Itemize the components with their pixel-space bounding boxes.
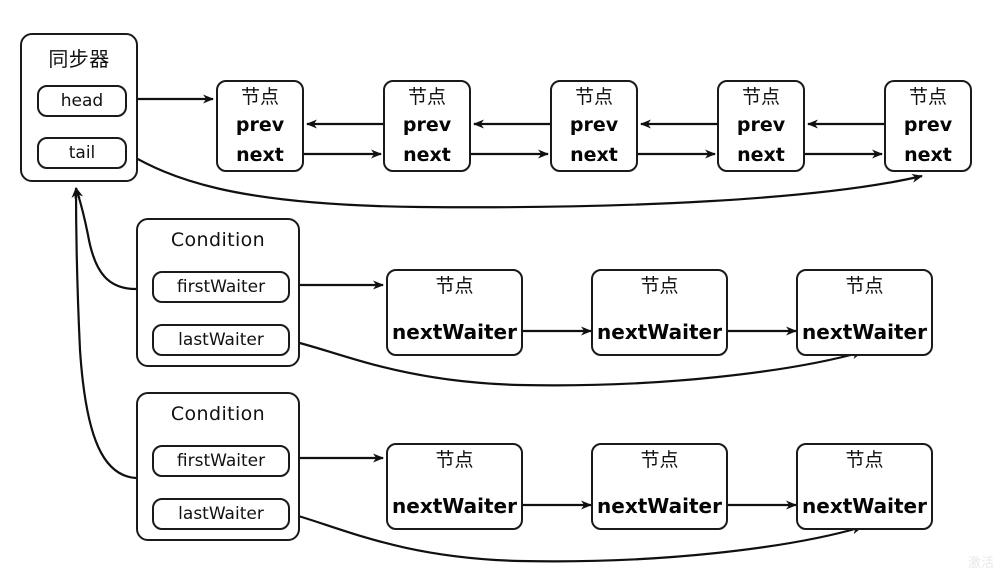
queue-node-title: 节点: [407, 86, 446, 108]
condition-slot-firstwaiter[interactable]: firstWaiter: [152, 271, 290, 303]
waiter-node-field-nextwaiter: nextWaiter: [597, 494, 722, 518]
synchronizer-box[interactable]: 同步器 head tail: [20, 33, 138, 182]
waiter-node[interactable]: 节点 nextWaiter: [796, 443, 933, 530]
queue-node-field-next: next: [904, 144, 952, 166]
queue-node-field-next: next: [570, 144, 618, 166]
queue-node[interactable]: 节点 prev next: [550, 80, 638, 172]
diagram-canvas: 同步器 head tail 节点 prev next 节点 prev next …: [0, 0, 1000, 573]
edge-c2-lastwaiter-to-last-node: [287, 511, 863, 563]
slot-label-lastwaiter: lastWaiter: [178, 504, 264, 524]
queue-node-field-prev: prev: [569, 114, 619, 136]
queue-node-field-next: next: [403, 144, 451, 166]
queue-node[interactable]: 节点 prev next: [216, 80, 304, 172]
queue-node-field-prev: prev: [235, 114, 285, 136]
waiter-node-title: 节点: [435, 275, 474, 297]
synchronizer-slot-tail[interactable]: tail: [37, 137, 127, 169]
edge-condition1-to-synchronizer: [74, 187, 137, 291]
queue-node-field-next: next: [737, 144, 785, 166]
slot-label-tail: tail: [68, 143, 96, 163]
waiter-node-title: 节点: [640, 449, 679, 471]
condition-slot-firstwaiter[interactable]: firstWaiter: [152, 445, 290, 477]
edge-condition2-to-synchronizer: [71, 187, 137, 480]
queue-node-title: 节点: [908, 86, 947, 108]
queue-node-title: 节点: [574, 86, 613, 108]
waiter-node-field-nextwaiter: nextWaiter: [392, 320, 517, 344]
waiter-node-title: 节点: [845, 275, 884, 297]
slot-label-lastwaiter: lastWaiter: [178, 330, 264, 350]
edge-c1-lastwaiter-to-last-node: [287, 338, 863, 387]
queue-node[interactable]: 节点 prev next: [383, 80, 471, 172]
slot-label-firstwaiter: firstWaiter: [176, 451, 266, 471]
waiter-node[interactable]: 节点 nextWaiter: [386, 269, 523, 356]
queue-node-field-prev: prev: [736, 114, 786, 136]
queue-node-field-next: next: [236, 144, 284, 166]
waiter-node-field-nextwaiter: nextWaiter: [802, 320, 927, 344]
waiter-node[interactable]: 节点 nextWaiter: [591, 443, 728, 530]
waiter-node-field-nextwaiter: nextWaiter: [597, 320, 722, 344]
queue-node-field-prev: prev: [903, 114, 953, 136]
slot-label-firstwaiter: firstWaiter: [176, 277, 266, 297]
synchronizer-title: 同步器: [48, 47, 110, 71]
queue-node[interactable]: 节点 prev next: [717, 80, 805, 172]
condition-slot-lastwaiter[interactable]: lastWaiter: [152, 324, 290, 356]
waiter-node-field-nextwaiter: nextWaiter: [392, 494, 517, 518]
waiter-node-title: 节点: [640, 275, 679, 297]
queue-node[interactable]: 节点 prev next: [884, 80, 972, 172]
waiter-node-field-nextwaiter: nextWaiter: [802, 494, 927, 518]
waiter-node[interactable]: 节点 nextWaiter: [591, 269, 728, 356]
queue-node-field-prev: prev: [402, 114, 452, 136]
condition-box[interactable]: Condition firstWaiter lastWaiter: [136, 392, 300, 541]
condition-box[interactable]: Condition firstWaiter lastWaiter: [136, 218, 300, 367]
synchronizer-slot-head[interactable]: head: [37, 85, 127, 117]
slot-label-head: head: [60, 91, 104, 111]
waiter-node[interactable]: 节点 nextWaiter: [386, 443, 523, 530]
waiter-node-title: 节点: [845, 449, 884, 471]
condition-title: Condition: [170, 403, 266, 425]
condition-slot-lastwaiter[interactable]: lastWaiter: [152, 498, 290, 530]
queue-node-title: 节点: [240, 86, 279, 108]
condition-title: Condition: [170, 229, 266, 251]
queue-node-title: 节点: [741, 86, 780, 108]
waiter-node[interactable]: 节点 nextWaiter: [796, 269, 933, 356]
waiter-node-title: 节点: [435, 449, 474, 471]
watermark-text: 激活: [967, 556, 994, 571]
